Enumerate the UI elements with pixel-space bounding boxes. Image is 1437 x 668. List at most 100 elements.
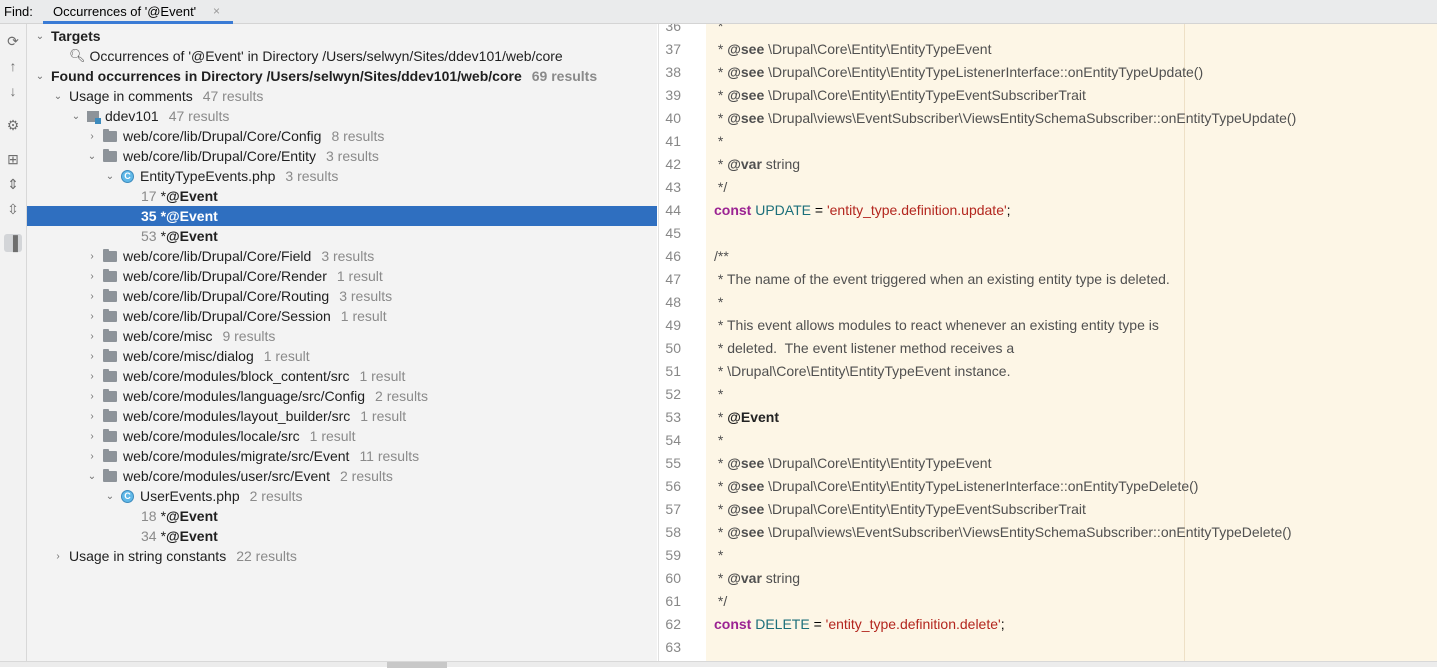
line-number: 63: [665, 639, 681, 655]
tree-hit[interactable]: 53 * @Event: [27, 226, 657, 246]
tree-folder[interactable]: › web/core/modules/migrate/src/Event 11 re…: [27, 446, 657, 466]
chevron-right-icon[interactable]: ›: [85, 131, 99, 142]
line-number: 47: [665, 271, 681, 287]
code-line: *: [714, 386, 724, 402]
tree-folder[interactable]: ⌄ web/core/lib/Drupal/Core/Entity 3 result…: [27, 146, 657, 166]
chevron-down-icon[interactable]: ⌄: [33, 71, 47, 82]
chevron-right-icon[interactable]: ›: [85, 271, 99, 282]
code-preview[interactable]: 36 37 38 39 40 41 42 43 44 45 46 47 48 49 50 51 52 53 54 55…: [658, 24, 1437, 661]
folder-icon: [103, 128, 117, 142]
line-number: 45: [665, 225, 681, 241]
tree-folder[interactable]: › web/core/modules/locale/src 1 result: [27, 426, 657, 446]
line-number: 55: [665, 455, 681, 471]
tree-hit[interactable]: 18 * @Event: [27, 506, 657, 526]
tree-folder[interactable]: › web/core/modules/language/src/Config 2 r…: [27, 386, 657, 406]
line-number: 50: [665, 340, 681, 356]
tree-usage-strings[interactable]: › Usage in string constants 22 results: [27, 546, 657, 566]
tree-folder[interactable]: › web/core/lib/Drupal/Core/Config 8 result…: [27, 126, 657, 146]
code-line: * @see \Drupal\Core\Entity\EntityTypeEve…: [714, 455, 992, 471]
tab-occurrences[interactable]: Occurrences of '@Event' ×: [43, 0, 233, 24]
code-line: * @see \Drupal\Core\Entity\EntityTypeLis…: [714, 478, 1199, 494]
tree-folder[interactable]: › web/core/misc 9 results: [27, 326, 657, 346]
chevron-down-icon[interactable]: ⌄: [51, 91, 65, 102]
line-number: 41: [665, 133, 681, 149]
line-number: 46: [665, 248, 681, 264]
chevron-down-icon[interactable]: ⌄: [103, 171, 117, 182]
arrow-down-icon[interactable]: ↓: [4, 82, 22, 100]
code-line: *: [714, 547, 724, 563]
results-tree: ⌄ Targets 🔍︎ Occurrences of '@Event' in Di…: [27, 24, 657, 661]
find-label: Find:: [4, 4, 33, 19]
scrollbar-thumb[interactable]: [387, 662, 447, 668]
tree-folder[interactable]: › web/core/lib/Drupal/Core/Render 1 result: [27, 266, 657, 286]
folder-icon: [103, 408, 117, 422]
tree-target-item[interactable]: 🔍︎ Occurrences of '@Event' in Directory /…: [27, 46, 657, 66]
code-line: *: [714, 432, 724, 448]
tree-file[interactable]: ⌄ C UserEvents.php 2 results: [27, 486, 657, 506]
folder-icon: [103, 428, 117, 442]
chevron-right-icon[interactable]: ›: [85, 251, 99, 262]
line-number: 38: [665, 64, 681, 80]
chevron-right-icon[interactable]: ›: [85, 291, 99, 302]
horizontal-scrollbar[interactable]: [0, 661, 1437, 668]
tree-hit-selected[interactable]: 35 * @Event: [27, 206, 657, 226]
code-line-highlight: * @Event: [714, 409, 780, 425]
code-line: * @see \Drupal\views\EventSubscriber\Vie…: [714, 110, 1297, 126]
chevron-down-icon[interactable]: ⌄: [69, 111, 83, 122]
tree-module[interactable]: ⌄ ddev101 47 results: [27, 106, 657, 126]
expand-icon[interactable]: ⇕: [4, 175, 22, 193]
tree-folder[interactable]: › web/core/lib/Drupal/Core/Routing 3 resul…: [27, 286, 657, 306]
code-line: * @see \Drupal\Core\Entity\EntityTypeEve…: [714, 501, 1086, 517]
folder-icon: [103, 148, 117, 162]
tree-hit[interactable]: 34 * @Event: [27, 526, 657, 546]
tab-label: Occurrences of '@Event': [53, 4, 197, 19]
chevron-down-icon[interactable]: ⌄: [85, 471, 99, 482]
arrow-up-icon[interactable]: ↑: [4, 57, 22, 75]
collapse-icon[interactable]: ⇳: [4, 200, 22, 218]
tree-usage-comments[interactable]: ⌄ Usage in comments 47 results: [27, 86, 657, 106]
folder-icon: [103, 388, 117, 402]
line-number: 36: [665, 24, 681, 34]
code-line: const DELETE = 'entity_type.definition.d…: [714, 616, 1005, 632]
chevron-right-icon[interactable]: ›: [85, 391, 99, 402]
gear-icon[interactable]: ⚙: [4, 116, 22, 134]
chevron-right-icon[interactable]: ›: [85, 411, 99, 422]
module-icon: [87, 110, 101, 124]
tree-folder[interactable]: › web/core/modules/block_content/src 1 res…: [27, 366, 657, 386]
tree-hit[interactable]: 17 * @Event: [27, 186, 657, 206]
tree-found[interactable]: ⌄ Found occurrences in Directory /Users/s…: [27, 66, 657, 86]
code-line: */: [714, 179, 728, 195]
preview-icon[interactable]: ▐: [4, 234, 22, 252]
close-icon[interactable]: ×: [213, 4, 220, 18]
folder-icon: [103, 248, 117, 262]
tree-folder[interactable]: › web/core/modules/layout_builder/src 1 re…: [27, 406, 657, 426]
folder-icon: [103, 288, 117, 302]
refresh-icon[interactable]: ⟳: [4, 32, 22, 50]
chevron-down-icon[interactable]: ⌄: [33, 31, 47, 42]
line-number: 37: [665, 41, 681, 57]
chevron-down-icon[interactable]: ⌄: [103, 491, 117, 502]
folder-icon: [103, 348, 117, 362]
chevron-right-icon[interactable]: ›: [85, 431, 99, 442]
chevron-right-icon[interactable]: ›: [85, 371, 99, 382]
chevron-right-icon[interactable]: ›: [85, 451, 99, 462]
chevron-right-icon[interactable]: ›: [85, 331, 99, 342]
tree-folder[interactable]: › web/core/misc/dialog 1 result: [27, 346, 657, 366]
group-icon[interactable]: ⊞: [4, 150, 22, 168]
tree-targets[interactable]: ⌄ Targets: [27, 26, 657, 46]
chevron-right-icon[interactable]: ›: [85, 351, 99, 362]
tree-folder[interactable]: › web/core/lib/Drupal/Core/Field 3 results: [27, 246, 657, 266]
folder-icon: [103, 468, 117, 482]
line-number: 60: [665, 570, 681, 586]
chevron-down-icon[interactable]: ⌄: [85, 151, 99, 162]
tree-folder[interactable]: ⌄ web/core/modules/user/src/Event 2 result…: [27, 466, 657, 486]
line-number: 43: [665, 179, 681, 195]
folder-icon: [103, 328, 117, 342]
code-line: *: [714, 294, 724, 310]
tree-folder[interactable]: › web/core/lib/Drupal/Core/Session 1 resul…: [27, 306, 657, 326]
tree-file[interactable]: ⌄ C EntityTypeEvents.php 3 results: [27, 166, 657, 186]
line-number: 52: [665, 386, 681, 402]
chevron-right-icon[interactable]: ›: [85, 311, 99, 322]
chevron-right-icon[interactable]: ›: [51, 551, 65, 562]
code-line: * @see \Drupal\Core\Entity\EntityTypeEve…: [714, 41, 992, 57]
